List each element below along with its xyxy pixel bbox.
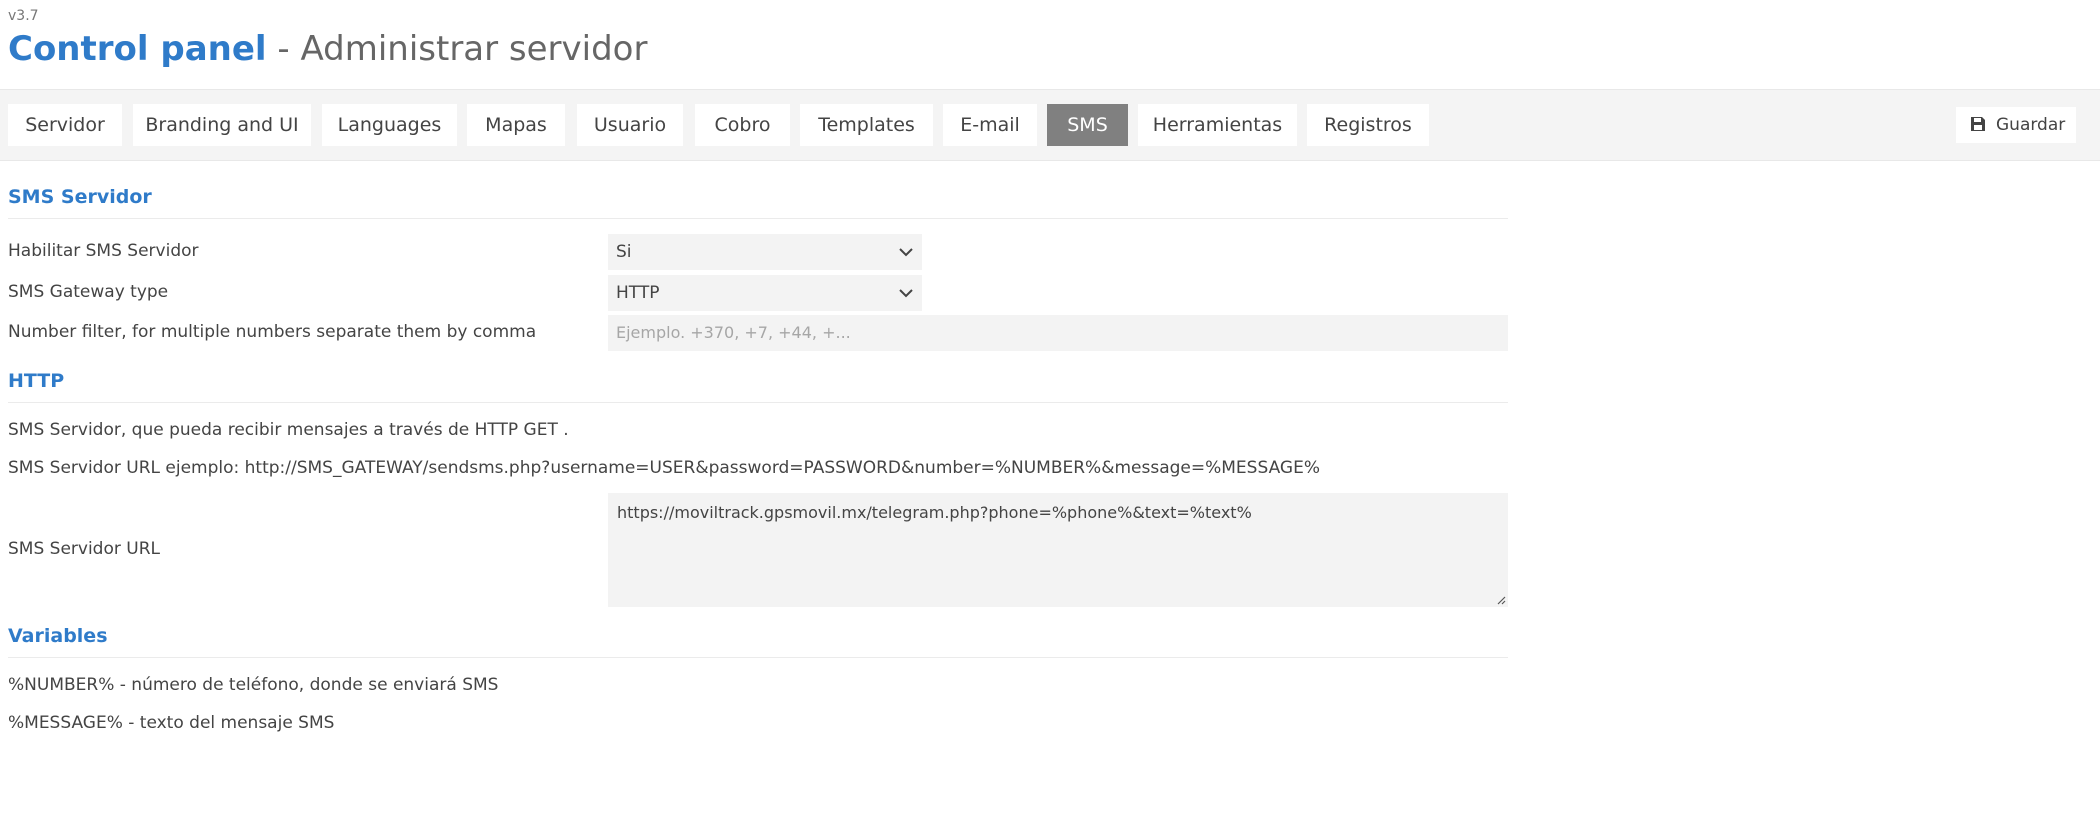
- tab-sms[interactable]: SMS: [1047, 104, 1128, 146]
- section-title-variables: Variables: [8, 625, 108, 647]
- number-filter-label: Number filter, for multiple numbers sepa…: [8, 322, 537, 342]
- tab-email[interactable]: E-mail: [943, 104, 1037, 146]
- gateway-type-label: SMS Gateway type: [8, 282, 169, 302]
- save-button[interactable]: Guardar: [1956, 107, 2076, 143]
- tab-registros[interactable]: Registros: [1307, 104, 1429, 146]
- section-divider: [8, 657, 1508, 658]
- gateway-type-select[interactable]: HTTP: [608, 275, 922, 311]
- section-title-http: HTTP: [8, 370, 65, 392]
- enable-sms-label: Habilitar SMS Servidor: [8, 241, 199, 261]
- chevron-down-icon: [899, 248, 913, 257]
- tab-cobro[interactable]: Cobro: [695, 104, 790, 146]
- enable-sms-select[interactable]: Si: [608, 234, 922, 270]
- page-title-brand: Control panel: [8, 29, 267, 69]
- section-title-sms-servidor: SMS Servidor: [8, 186, 152, 208]
- floppy-disk-icon: [1971, 117, 1985, 131]
- number-filter-input[interactable]: Ejemplo. +370, +7, +44, +...: [608, 315, 1508, 351]
- page-title: Control panel - Administrar servidor: [8, 26, 647, 72]
- tab-servidor[interactable]: Servidor: [8, 104, 122, 146]
- sms-server-url-value: https://moviltrack.gpsmovil.mx/telegram.…: [617, 503, 1252, 522]
- section-divider: [8, 218, 1508, 219]
- tab-bar: Servidor Branding and UI Languages Mapas…: [0, 89, 2100, 161]
- page-title-subtitle: - Administrar servidor: [266, 29, 648, 69]
- save-button-label: Guardar: [1996, 115, 2066, 135]
- resize-grip-icon[interactable]: [1494, 593, 1506, 605]
- version-label: v3.7: [8, 8, 39, 24]
- number-filter-placeholder: Ejemplo. +370, +7, +44, +...: [616, 323, 851, 342]
- variable-item-message: %MESSAGE% - texto del mensaje SMS: [8, 713, 335, 733]
- tab-templates[interactable]: Templates: [800, 104, 933, 146]
- variable-item-number: %NUMBER% - número de teléfono, donde se …: [8, 675, 499, 695]
- http-url-example: SMS Servidor URL ejemplo: http://SMS_GAT…: [8, 458, 1320, 478]
- tab-mapas[interactable]: Mapas: [467, 104, 565, 146]
- tab-usuario[interactable]: Usuario: [577, 104, 683, 146]
- tab-languages[interactable]: Languages: [322, 104, 457, 146]
- sms-server-url-textarea[interactable]: https://moviltrack.gpsmovil.mx/telegram.…: [608, 493, 1508, 607]
- tab-herramientas[interactable]: Herramientas: [1138, 104, 1297, 146]
- gateway-type-value: HTTP: [616, 283, 660, 303]
- section-divider: [8, 402, 1508, 403]
- sms-server-url-label: SMS Servidor URL: [8, 539, 160, 559]
- enable-sms-value: Si: [616, 242, 632, 262]
- http-description: SMS Servidor, que pueda recibir mensajes…: [8, 420, 569, 440]
- tab-branding-and-ui[interactable]: Branding and UI: [133, 104, 311, 146]
- chevron-down-icon: [899, 289, 913, 298]
